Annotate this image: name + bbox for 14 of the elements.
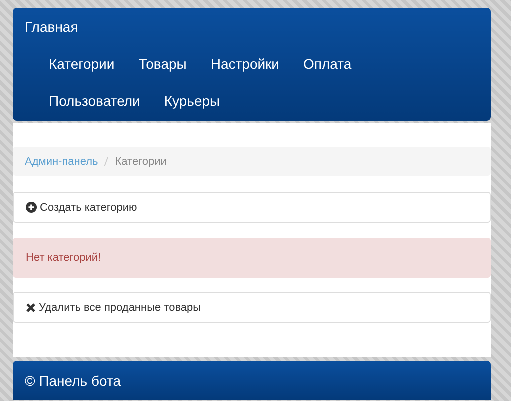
nav-link[interactable]: Настройки xyxy=(210,56,280,73)
breadcrumb-current: Категории xyxy=(115,156,167,168)
action-button[interactable]: Удалить все проданные товары xyxy=(13,292,491,323)
action-button[interactable]: Создать категорию xyxy=(13,192,491,223)
close-icon xyxy=(26,302,36,312)
nav-link[interactable]: Пользователи xyxy=(49,93,140,110)
footer-text: © Панель бота xyxy=(13,361,491,400)
plus-circle-icon xyxy=(26,202,37,213)
nav-link[interactable]: Оплата xyxy=(304,56,352,73)
nav-link[interactable]: Категории xyxy=(49,56,115,73)
alert-message: Нет категорий! xyxy=(13,238,491,278)
brand-link[interactable]: Главная xyxy=(25,19,78,36)
nav-link[interactable]: Товары xyxy=(138,56,187,73)
nav-link[interactable]: Курьеры xyxy=(164,93,220,110)
